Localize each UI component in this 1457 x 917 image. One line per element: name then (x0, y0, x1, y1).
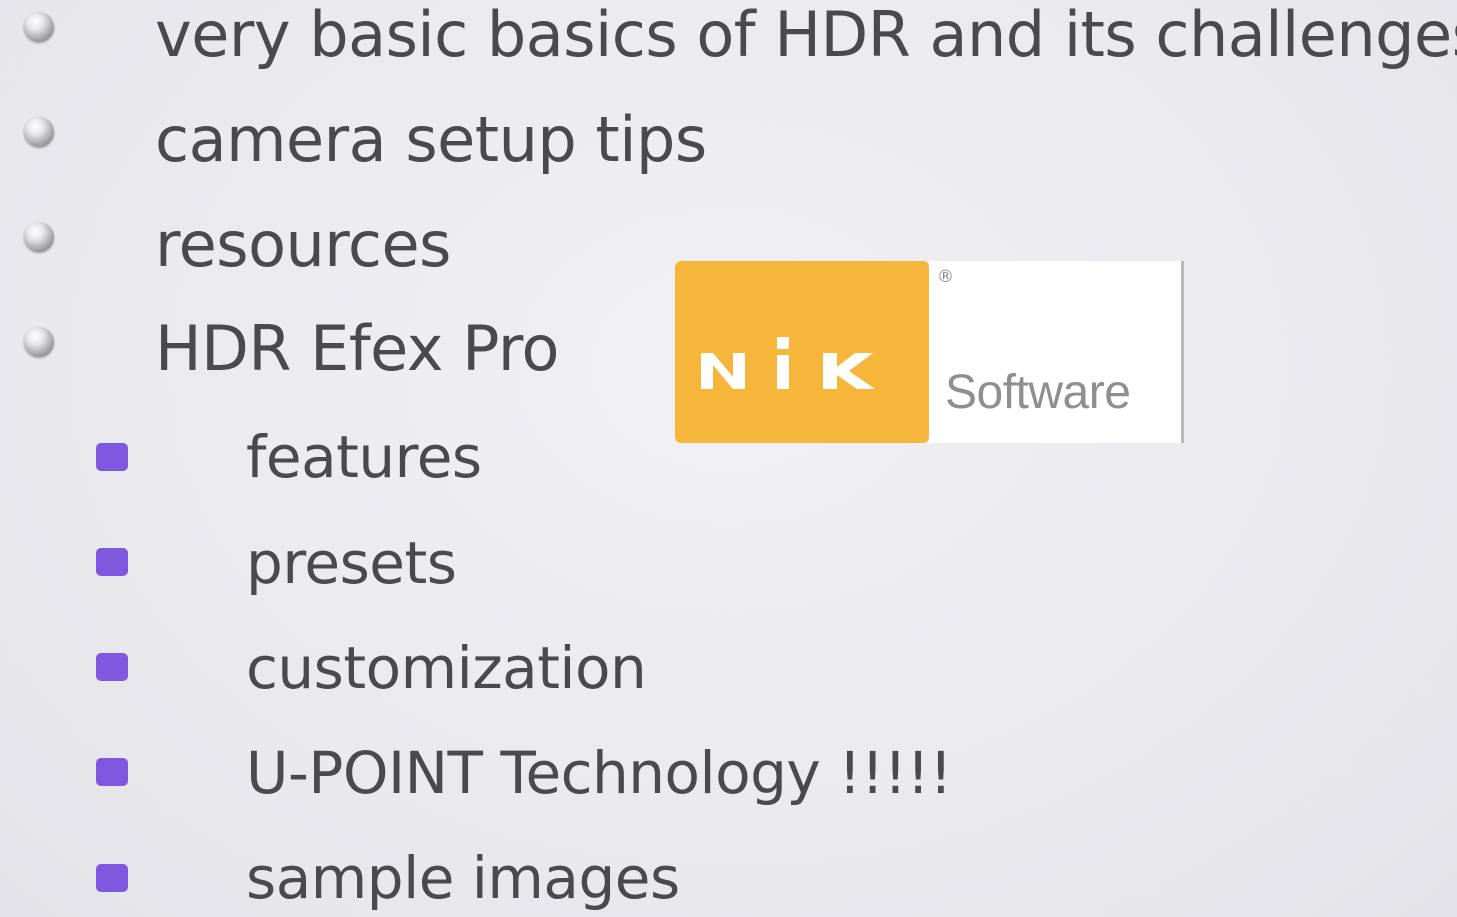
nik-software-logo: ® Software (675, 261, 1185, 443)
sub-bullet-square-icon (96, 548, 128, 576)
sub-bullet-text: presets (246, 529, 457, 597)
bullet-sphere-icon (24, 222, 54, 252)
sub-bullet-square-icon (96, 443, 128, 471)
logo-wordmark: Software (945, 366, 1131, 419)
sub-bullet-square-icon (96, 758, 128, 786)
sub-bullet-square-icon (96, 653, 128, 681)
sub-bullet-text: customization (246, 634, 647, 702)
nik-logo-mark-icon (701, 337, 875, 389)
bullet-text: very basic basics of HDR and its challen… (155, 0, 1457, 71)
bullet-sphere-icon (24, 117, 54, 147)
bullet-sphere-icon (24, 12, 54, 42)
bullet-text: resources (155, 208, 451, 281)
sub-bullet-text: features (246, 423, 482, 491)
logo-divider (1181, 261, 1184, 443)
sub-bullet-text: sample images (246, 844, 680, 912)
sub-bullet-text: U-POINT Technology !!!!! (246, 739, 952, 807)
bullet-text: HDR Efex Pro (155, 312, 559, 385)
bullet-sphere-icon (24, 327, 54, 357)
bullet-text: camera setup tips (155, 103, 707, 176)
sub-bullet-square-icon (96, 864, 128, 892)
logo-orange-panel (675, 261, 929, 443)
slide: very basic basics of HDR and its challen… (0, 0, 1457, 917)
registered-mark: ® (937, 267, 954, 287)
